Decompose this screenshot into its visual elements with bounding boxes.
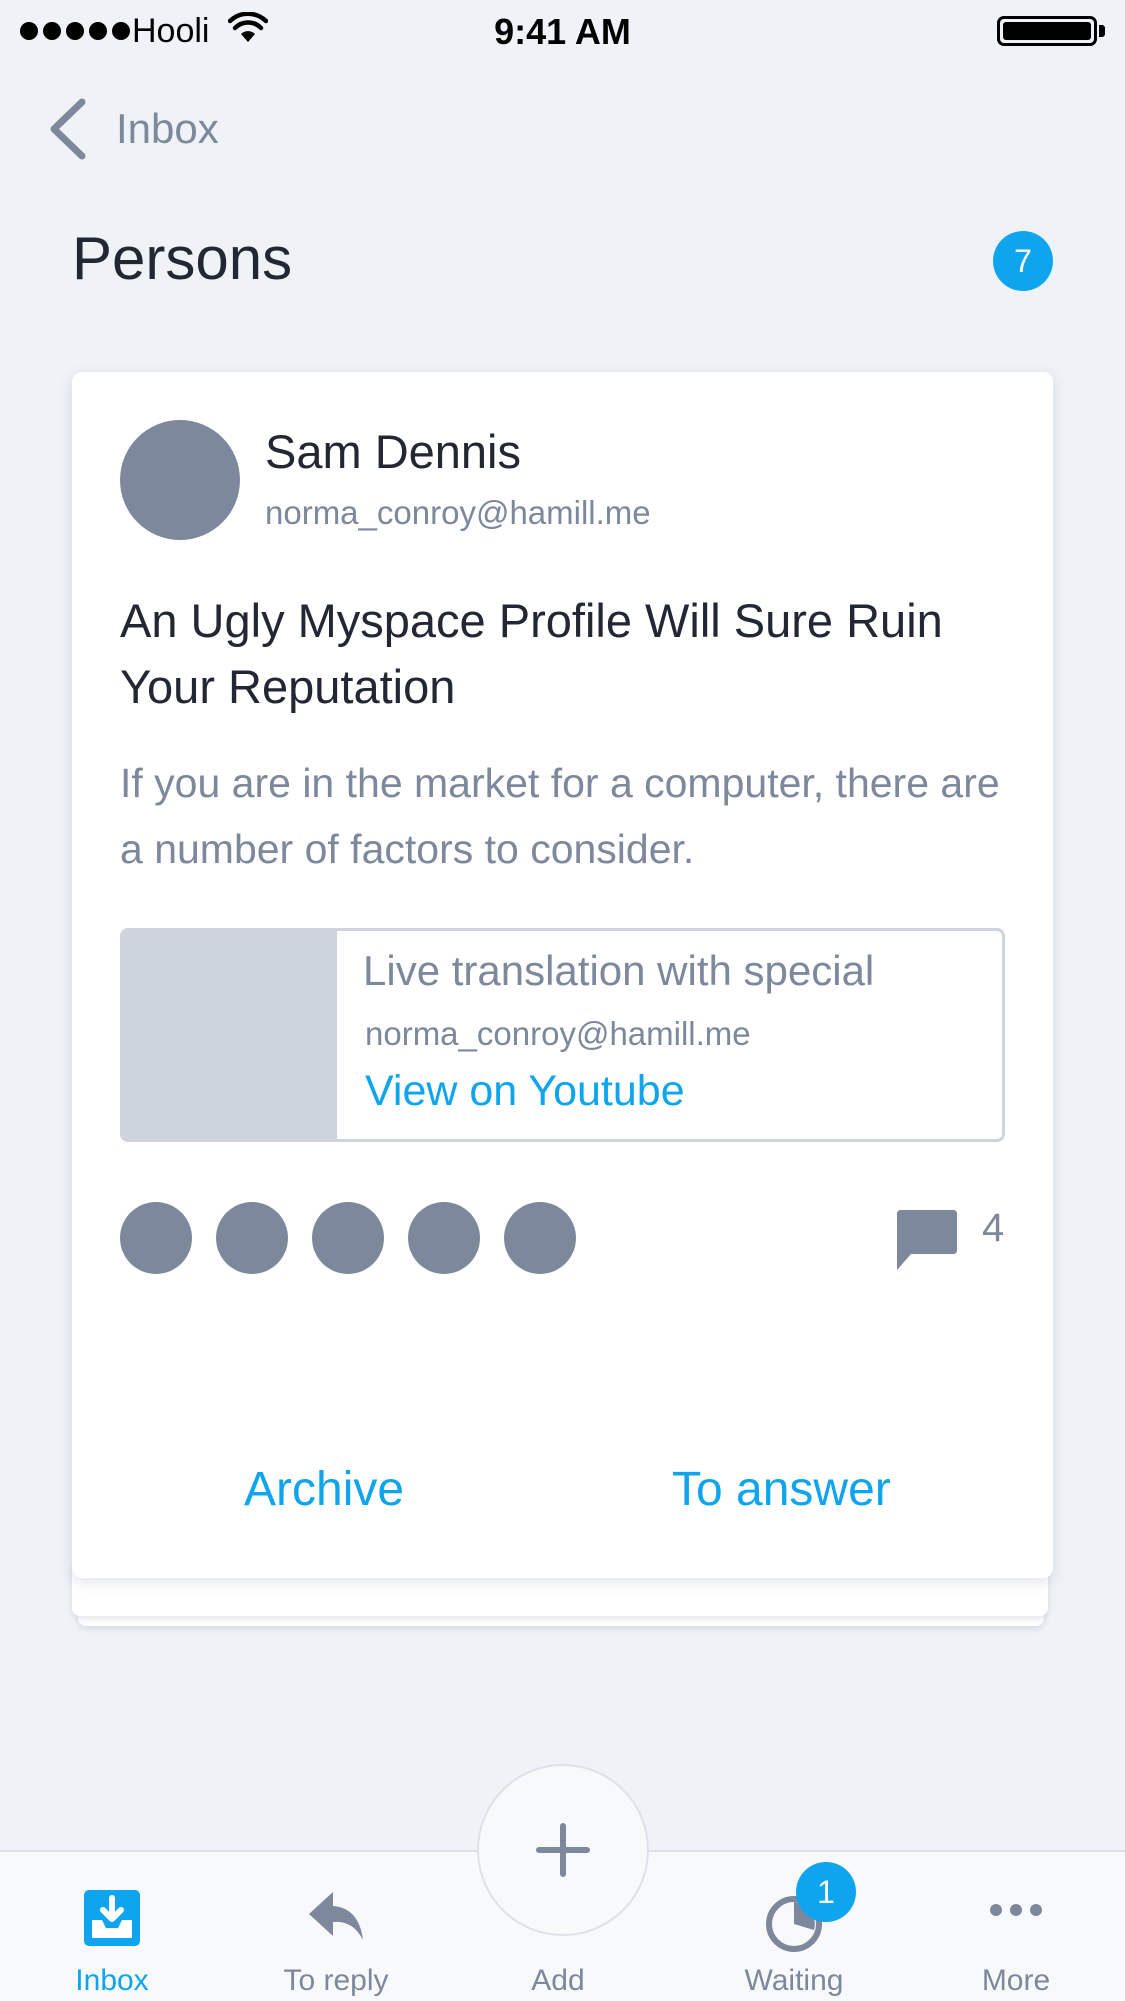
tab-more[interactable]: More <box>916 1852 1116 2001</box>
page-title: Persons <box>72 225 293 292</box>
to-answer-button[interactable]: To answer <box>672 1462 891 1517</box>
attachment-email: norma_conroy@hamill.me <box>365 1015 751 1052</box>
battery-icon <box>997 16 1105 46</box>
comment-icon <box>897 1210 957 1270</box>
message-preview: If you are in the market for a computer,… <box>120 760 1000 872</box>
inbox-icon <box>84 1890 140 1946</box>
status-time: 9:41 AM <box>494 11 631 52</box>
tab-to-reply-label: To reply <box>283 1964 389 1997</box>
participant-avatar[interactable] <box>120 1202 192 1274</box>
add-button[interactable] <box>477 1764 649 1936</box>
tab-more-label: More <box>981 1964 1051 1997</box>
sender-name: Sam Dennis <box>265 425 521 478</box>
waiting-count-badge: 1 <box>796 1862 856 1922</box>
participant-avatar[interactable] <box>216 1202 288 1274</box>
tab-waiting-label: Waiting <box>744 1964 844 1997</box>
plus-icon <box>536 1823 590 1877</box>
link-attachment[interactable]: Live translation with special norma_conr… <box>120 928 1005 1142</box>
participant-avatar[interactable] <box>312 1202 384 1274</box>
chevron-left-icon <box>50 98 86 160</box>
conversation-card[interactable]: Sam Dennis norma_conroy@hamill.me An Ugl… <box>72 372 1053 1578</box>
more-icon <box>990 1904 1042 1916</box>
tab-add-label: Add <box>531 1964 585 1997</box>
message-subject: An Ugly Myspace Profile Will Sure Ruin Y… <box>120 594 943 713</box>
reply-icon <box>309 1892 363 1940</box>
sender-email: norma_conroy@hamill.me <box>265 494 651 531</box>
tab-inbox[interactable]: Inbox <box>12 1852 212 2001</box>
tab-to-reply[interactable]: To reply <box>236 1852 436 2001</box>
participants <box>120 1202 576 1274</box>
view-on-youtube-link[interactable]: View on Youtube <box>365 1067 685 1116</box>
status-bar: Hooli 9:41 AM <box>0 0 1125 62</box>
back-button[interactable]: Inbox <box>44 96 219 162</box>
unread-count-badge: 7 <box>993 231 1053 291</box>
attachment-title: Live translation with special <box>363 947 875 994</box>
participant-avatar[interactable] <box>408 1202 480 1274</box>
tab-inbox-label: Inbox <box>75 1964 149 1997</box>
tab-waiting[interactable]: Waiting <box>694 1852 894 2001</box>
archive-button[interactable]: Archive <box>244 1462 404 1517</box>
participant-avatar[interactable] <box>504 1202 576 1274</box>
avatar[interactable] <box>120 420 240 540</box>
comment-count: 4 <box>982 1206 1005 1250</box>
attachment-thumbnail <box>123 931 337 1139</box>
back-label: Inbox <box>116 105 219 152</box>
